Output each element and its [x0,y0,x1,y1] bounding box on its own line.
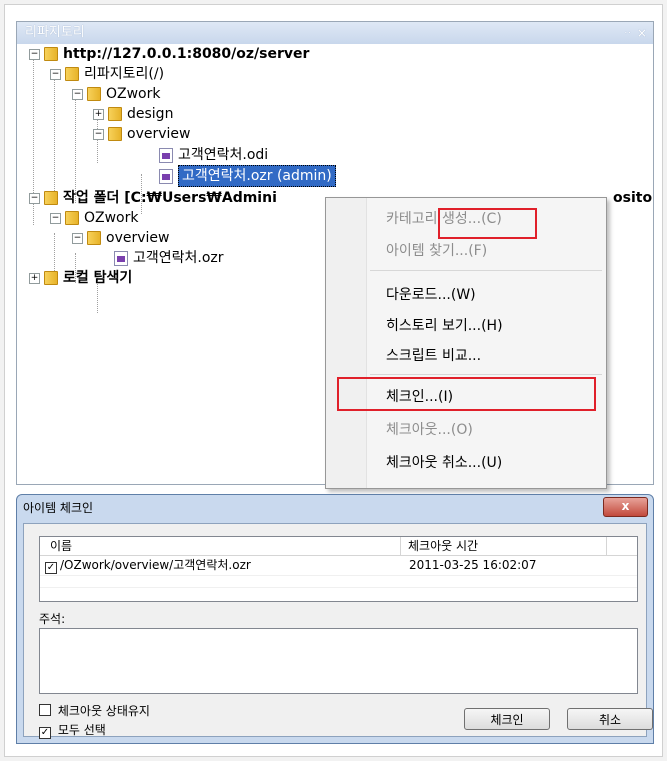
folder-icon [44,191,58,205]
menu-item-find-item[interactable]: 아이템 찾기...(F) [386,240,487,262]
item-list: 이름 체크아웃 시간 ✓/OZwork/overview/고객연락처.ozr 2… [39,536,638,602]
list-item-name-cell: ✓/OZwork/overview/고객연락처.ozr [45,557,251,574]
comment-label: 주석: [39,612,66,626]
dialog-body: 이름 체크아웃 시간 ✓/OZwork/overview/고객연락처.ozr 2… [23,523,653,739]
collapse-icon[interactable]: − [29,192,40,204]
menu-separator [370,374,602,375]
keep-checkout-option[interactable]: 체크아웃 상태유지 [39,702,150,719]
folder-icon [87,231,101,245]
checkin-dialog: 아이템 체크인 x 이름 체크아웃 시간 ✓/OZwork/overview/고… [16,494,654,744]
tree-node-label: 리파지토리(/) [84,66,165,82]
tree-node-label: 로컬 탐색기 [63,270,133,286]
tree-node-work-overview[interactable]: − overview [72,228,169,248]
tree-node-label: 고객연락처.odi [178,147,269,163]
select-all-checkbox[interactable]: ✓ [39,727,51,739]
report-file-icon [159,147,173,163]
select-all-label: 모두 선택 [57,723,106,737]
repository-title: 리파지토리 [25,25,85,40]
tree-node-work-ozwork[interactable]: − OZwork [50,208,139,228]
folder-icon [108,107,122,121]
menu-icon-gutter [326,198,367,488]
column-header-name[interactable]: 이름 [50,537,72,555]
menu-item-cancel-checkout[interactable]: 체크아웃 취소...(U) [386,452,502,474]
column-header-checkout-time[interactable]: 체크아웃 시간 [408,537,478,555]
column-divider[interactable] [606,537,607,555]
tree-node-label: 고객연락처.ozr [133,250,224,266]
tree-node-local-explorer[interactable]: + 로컬 탐색기 [29,268,132,288]
cancel-button[interactable]: 취소 [567,708,653,730]
close-button[interactable]: x [603,497,648,517]
tree-node-file-ozr-selected[interactable]: 고객연락처.ozr (admin) [159,165,336,187]
panel-pin-close-icon[interactable]: ᆢ × [622,22,647,44]
tree-node-repo-root[interactable]: − 리파지토리(/) [50,64,164,84]
tree-line [75,93,76,203]
collapse-icon[interactable]: − [93,128,104,140]
menu-item-checkout[interactable]: 체크아웃...(O) [386,419,473,441]
collapse-icon[interactable]: − [50,68,61,80]
checkin-button-highlight [438,208,537,239]
tree-node-work-file[interactable]: 고객연락처.ozr [114,248,224,268]
column-divider[interactable] [400,537,401,555]
list-item[interactable]: ✓/OZwork/overview/고객연락처.ozr 2011-03-25 1… [40,557,637,574]
tree-node-label: http://127.0.0.1:8080/oz/server [63,46,310,62]
select-all-option[interactable]: ✓ 모두 선택 [39,721,106,739]
keep-checkout-label: 체크아웃 상태유지 [57,704,150,718]
tree-node-ozwork[interactable]: − OZwork [72,84,161,104]
menu-item-download[interactable]: 다운로드...(W) [386,284,476,306]
context-menu: 카테고리 생성...(C) 아이템 찾기...(F) 다운로드...(W) 히스… [325,197,607,489]
folder-icon [44,47,58,61]
tree-node-design[interactable]: + design [93,104,173,124]
work-folder-label-suffix: ository [613,188,653,208]
report-file-icon [114,250,128,266]
folder-icon [87,87,101,101]
repository-title-bar: 리파지토리 ᆢ × [17,22,653,44]
expand-icon[interactable]: + [93,108,104,120]
list-header: 이름 체크아웃 시간 [40,537,637,556]
tree-node-label: OZwork [84,210,139,226]
collapse-icon[interactable]: − [50,212,61,224]
menu-separator [370,270,602,271]
tree-node-label: overview [127,126,191,142]
tree-node-work-folder[interactable]: − 작업 폴더 [C:₩Users₩Admini [29,188,277,208]
collapse-icon[interactable]: − [72,88,83,100]
list-gridline [40,575,637,576]
folder-icon [65,67,79,81]
tree-node-label: 고객연락처.ozr (admin) [178,165,336,187]
collapse-icon[interactable]: − [72,232,83,244]
menu-item-view-history[interactable]: 히스토리 보기...(H) [386,315,503,337]
tree-node-label: overview [106,230,170,246]
folder-icon [65,211,79,225]
checkin-menu-highlight [337,377,596,411]
checked-out-file-icon [159,168,173,184]
list-item-name: /OZwork/overview/고객연락처.ozr [60,558,251,572]
folder-icon [44,271,58,285]
comment-textarea[interactable] [39,628,638,694]
tree-node-label: 작업 폴더 [C:₩Users₩Admini [63,190,277,206]
dialog-title: 아이템 체크인 [23,501,94,515]
tree-node-label-suffix: ository [613,190,653,206]
tree-node-overview[interactable]: − overview [93,124,190,144]
tree-node-label: OZwork [106,86,161,102]
keep-checkout-checkbox[interactable] [39,704,51,716]
folder-icon [108,127,122,141]
list-gridline [40,587,637,588]
tree-node-file-odi[interactable]: 고객연락처.odi [159,145,268,165]
tree-line [54,73,55,203]
expand-icon[interactable]: + [29,272,40,284]
checkin-button[interactable]: 체크인 [464,708,550,730]
menu-item-compare-script[interactable]: 스크립트 비교... [386,345,481,367]
tree-node-label: design [127,106,174,122]
tree-node-server[interactable]: − http://127.0.0.1:8080/oz/server [29,44,309,64]
list-item-time: 2011-03-25 16:02:07 [409,558,537,572]
collapse-icon[interactable]: − [29,48,40,60]
item-checkbox[interactable]: ✓ [45,562,57,574]
